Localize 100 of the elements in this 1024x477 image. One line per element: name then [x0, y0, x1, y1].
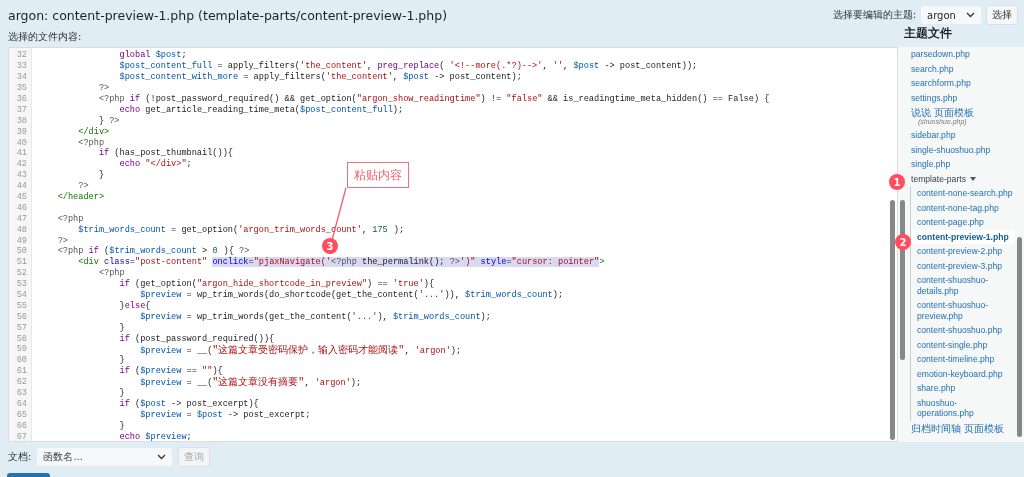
code-token: == — [185, 366, 197, 377]
line-number: 61 — [15, 366, 28, 377]
code-token: > — [599, 257, 605, 268]
code-token: ( — [134, 398, 141, 409]
code-token: } — [118, 322, 125, 333]
file-link[interactable]: content-none-tag.php — [911, 200, 1015, 215]
function-select[interactable]: 函数名... — [37, 448, 173, 466]
code-token: ){ — [223, 246, 235, 257]
line-number: 65 — [15, 409, 28, 420]
code-token: ?> — [109, 115, 120, 126]
file-link[interactable]: search.php — [911, 63, 1013, 74]
code-token: && is_readingtime_meta_hidden() == False) { — [546, 94, 770, 104]
code-token: (!post_password_required() && get_option( — [144, 94, 357, 104]
code-token: "argon_show_readingtime" — [356, 94, 481, 104]
file-link[interactable]: content-shuoshuo-preview.php — [911, 298, 1015, 323]
code-token: 'the_content' — [325, 72, 393, 83]
file-link[interactable]: single.php — [911, 159, 1013, 170]
code-token: $trim_words_count — [465, 290, 553, 301]
code-token: (post_password_required()){ — [134, 333, 275, 344]
select-button[interactable]: 选择 — [986, 5, 1018, 25]
code-token: $post — [573, 61, 600, 72]
code-token: = — [185, 409, 193, 420]
text-selection: onclick="pjaxNavigate('<?php the_permalink(); ?>')" style="cursor: pointer" — [212, 257, 600, 268]
line-number: 60 — [15, 355, 28, 366]
code-token: "这篇文章受密码保护，输入密码才能阅读" — [212, 344, 405, 356]
code-token: ( — [439, 61, 446, 72]
chevron-icon — [157, 454, 167, 460]
file-link[interactable]: content-preview-1.php — [911, 229, 1015, 244]
code-token: $trim_words_count — [77, 224, 166, 235]
code-token: , — [392, 72, 400, 83]
code-token: 'argon' — [314, 378, 351, 389]
code-token: "false" — [506, 94, 543, 104]
code-token: ), — [377, 311, 389, 322]
file-link[interactable]: parsedown.php — [911, 49, 1013, 60]
file-link[interactable]: searchform.php — [911, 78, 1013, 89]
code-token: if — [118, 366, 130, 377]
line-number: 35 — [15, 83, 28, 94]
theme-label: 选择要编辑的主题: — [832, 8, 916, 22]
code-token: "argon_hide_shortcode_in_preview" — [196, 279, 368, 290]
code-token: ?> — [56, 235, 68, 246]
code-token: '<!--more(.*?)-->' — [449, 61, 543, 72]
code-token: ){ — [212, 366, 223, 377]
line-number: 40 — [15, 137, 28, 148]
code-token: if — [97, 148, 110, 159]
code-token: -> post_excerpt){ — [170, 398, 259, 409]
line-number: 57 — [15, 322, 28, 333]
code-token: '...' — [351, 311, 378, 322]
code-token: if — [128, 94, 141, 104]
code-token: ); — [393, 224, 405, 235]
file-link[interactable]: content-none-search.php — [911, 186, 1015, 201]
file-link[interactable]: share.php — [911, 381, 1015, 396]
file-link[interactable]: content-single.php — [911, 337, 1015, 352]
code-token: ; — [181, 50, 187, 61]
line-number: 47 — [15, 213, 28, 224]
theme-select[interactable]: argon — [921, 6, 981, 24]
line-number: 34 — [15, 72, 28, 83]
code-token: $post — [196, 409, 223, 420]
code-token: = __( — [185, 345, 213, 356]
file-link[interactable]: 归档时间轴 页面模板 — [911, 422, 1013, 434]
code-token: } — [118, 420, 125, 431]
code-token: class — [103, 257, 130, 268]
file-link[interactable]: content-shuoshuo-details.php — [911, 273, 1015, 298]
code-token: '' — [552, 61, 564, 72]
code-token: $preview — [139, 311, 182, 322]
code-token: <?php — [56, 213, 84, 224]
code-token: ; — [186, 159, 192, 170]
line-number: 54 — [15, 290, 28, 301]
folder-item[interactable]: template-parts — [907, 171, 1015, 186]
line-number: 59 — [15, 344, 28, 355]
line-number: 66 — [15, 420, 28, 431]
line-number: 58 — [15, 333, 28, 344]
file-link[interactable]: content-timeline.php — [911, 352, 1015, 367]
code-token: ); — [392, 104, 404, 115]
code-token: ( — [103, 246, 110, 257]
file-link[interactable]: content-page.php — [911, 215, 1015, 230]
file-link[interactable]: single-shuoshuo.php — [911, 144, 1013, 155]
file-link[interactable]: 说说 页面模板 — [911, 107, 1013, 118]
line-number: 52 — [15, 268, 28, 279]
line-number: 46 — [15, 202, 28, 213]
code-token: if — [118, 398, 130, 409]
file-link[interactable]: content-preview-2.php — [911, 244, 1015, 259]
code-token: echo — [118, 104, 141, 115]
file-link[interactable]: sidebar.php — [911, 130, 1013, 141]
code-token: , — [404, 345, 411, 356]
file-link[interactable]: emotion-keyboard.php — [911, 366, 1015, 381]
code-editor[interactable] — [8, 47, 898, 442]
code-token: , — [542, 61, 549, 72]
line-number: 64 — [15, 398, 28, 409]
code-token: $preview — [140, 366, 182, 377]
line-number: 56 — [15, 311, 28, 322]
callout-label: 粘贴内容 — [347, 162, 409, 188]
file-link[interactable]: settings.php — [911, 92, 1013, 103]
code-token: $post_content_full — [300, 104, 393, 115]
file-link[interactable]: content-shuoshuo.php — [911, 323, 1015, 338]
line-number: 41 — [15, 148, 28, 159]
file-link[interactable]: content-preview-3.php — [911, 258, 1015, 273]
sidebar-heading: 主题文件 — [904, 26, 953, 41]
code-token: } — [97, 170, 105, 181]
file-link[interactable]: shuoshuo-operations.php — [911, 395, 1015, 421]
code-token: = apply_filters( — [242, 72, 326, 83]
